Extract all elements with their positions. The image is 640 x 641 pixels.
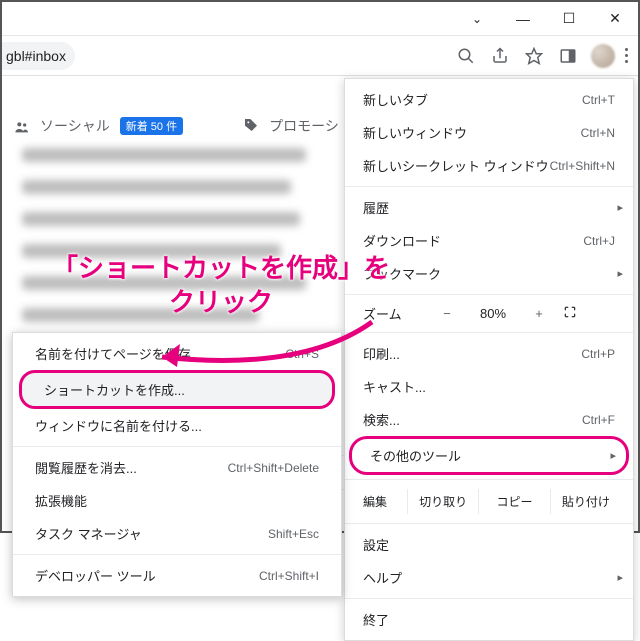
menu-new-tab[interactable]: 新しいタブCtrl+T — [345, 83, 633, 116]
chevron-down-icon[interactable]: ⌄ — [454, 2, 500, 36]
menu-print[interactable]: 印刷...Ctrl+P — [345, 337, 633, 370]
menu-find[interactable]: 検索...Ctrl+F — [345, 403, 633, 436]
zoom-value: 80% — [471, 306, 515, 321]
menu-history[interactable]: 履歴 — [345, 191, 633, 224]
zoom-icon[interactable] — [449, 39, 483, 73]
tab-promo[interactable]: プロモーシ — [269, 116, 339, 136]
menu-kebab-icon[interactable] — [621, 48, 638, 63]
browser-toolbar: gbl#inbox — [2, 36, 638, 76]
window-titlebar: ⌄ — ☐ ✕ — [2, 2, 638, 36]
submenu-clear-history[interactable]: 閲覧履歴を消去...Ctrl+Shift+Delete — [13, 451, 341, 484]
tab-social[interactable]: ソーシャル — [40, 116, 110, 136]
zoom-in-button[interactable]: + — [525, 306, 553, 321]
menu-help[interactable]: ヘルプ — [345, 561, 633, 594]
annotation-callout: 「ショートカットを作成」を クリック — [52, 252, 390, 320]
tag-icon — [243, 117, 259, 136]
social-badge: 新着 50 件 — [120, 117, 183, 135]
submenu-dev-tools[interactable]: デベロッパー ツールCtrl+Shift+I — [13, 559, 341, 592]
chrome-main-menu: 新しいタブCtrl+T 新しいウィンドウCtrl+N 新しいシークレット ウィン… — [344, 78, 634, 641]
submenu-name-window[interactable]: ウィンドウに名前を付ける... — [13, 409, 341, 442]
maximize-button[interactable]: ☐ — [546, 2, 592, 36]
menu-more-tools[interactable]: その他のツール — [349, 436, 629, 475]
submenu-save-page[interactable]: 名前を付けてページを保存...Ctrl+S — [13, 337, 341, 370]
omnibox[interactable]: gbl#inbox — [2, 42, 75, 70]
fullscreen-icon[interactable] — [563, 305, 577, 322]
menu-cast[interactable]: キャスト... — [345, 370, 633, 403]
edit-paste[interactable]: 貼り付け — [550, 489, 621, 514]
share-icon[interactable] — [483, 39, 517, 73]
submenu-task-manager[interactable]: タスク マネージャShift+Esc — [13, 517, 341, 550]
edit-label: 編集 — [357, 493, 407, 510]
minimize-button[interactable]: — — [500, 2, 546, 36]
edit-copy[interactable]: コピー — [478, 489, 549, 514]
edit-cut[interactable]: 切り取り — [407, 489, 478, 514]
menu-edit-row: 編集 切り取り コピー 貼り付け — [345, 484, 633, 519]
people-icon — [12, 119, 30, 133]
bookmark-star-icon[interactable] — [517, 39, 551, 73]
submenu-create-shortcut[interactable]: ショートカットを作成... — [19, 370, 335, 409]
profile-avatar[interactable] — [591, 44, 615, 68]
sidepanel-icon[interactable] — [551, 39, 585, 73]
submenu-extensions[interactable]: 拡張機能 — [13, 484, 341, 517]
menu-incognito[interactable]: 新しいシークレット ウィンドウCtrl+Shift+N — [345, 149, 633, 182]
more-tools-submenu: 名前を付けてページを保存...Ctrl+S ショートカットを作成... ウィンド… — [12, 332, 342, 597]
menu-exit[interactable]: 終了 — [345, 603, 633, 636]
close-button[interactable]: ✕ — [592, 2, 638, 36]
zoom-out-button[interactable]: − — [433, 306, 461, 321]
menu-new-window[interactable]: 新しいウィンドウCtrl+N — [345, 116, 633, 149]
